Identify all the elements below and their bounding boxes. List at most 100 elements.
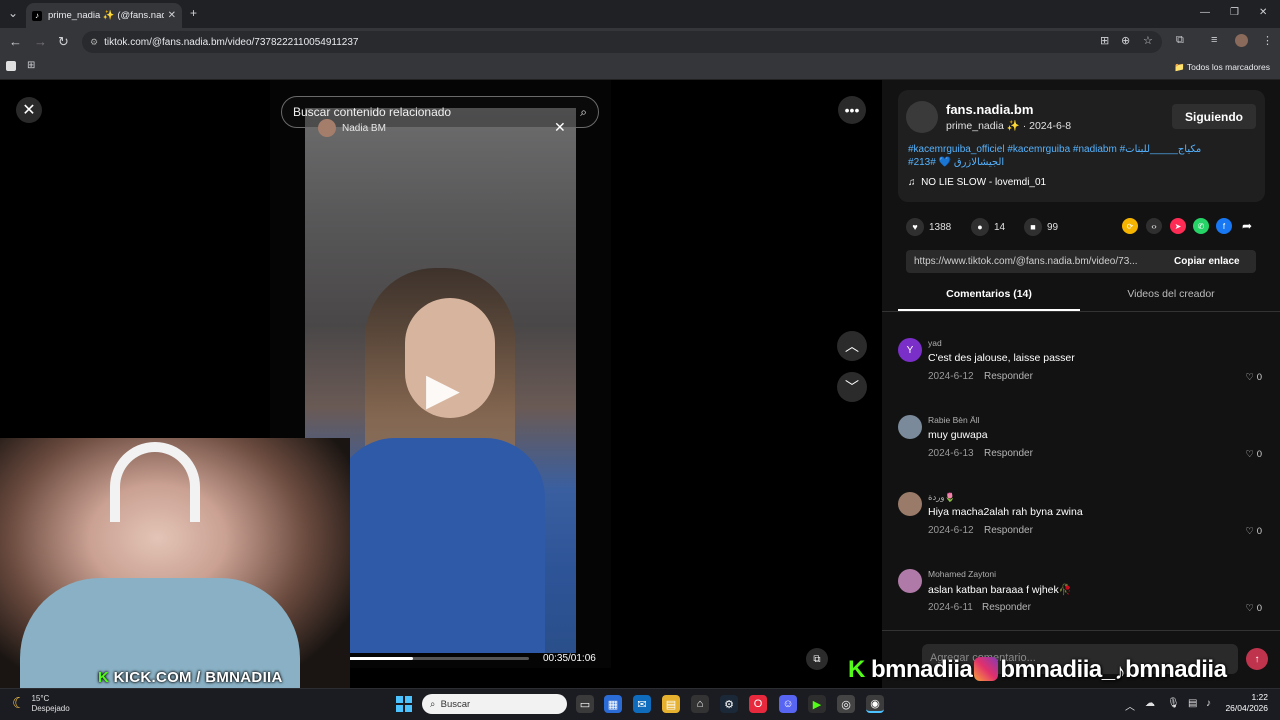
weather-condition: Despejado bbox=[31, 704, 70, 713]
close-video-button[interactable]: ✕ bbox=[16, 97, 42, 123]
commenter-name[interactable]: Mohamed Zaytoni bbox=[928, 569, 996, 579]
network-icon[interactable]: ▤ bbox=[1188, 698, 1197, 709]
clock-time: 1:22 bbox=[1251, 692, 1268, 702]
commenter-name[interactable]: Rabie Bèn Äll bbox=[928, 415, 980, 425]
send-icon[interactable]: ➤ bbox=[1170, 218, 1186, 234]
reply-button[interactable]: Responder bbox=[982, 602, 1031, 613]
new-tab-icon[interactable]: + bbox=[190, 6, 197, 20]
tab-search-icon[interactable]: ⌄ bbox=[8, 6, 18, 20]
video-link[interactable]: https://www.tiktok.com/@fans.nadia.bm/vi… bbox=[914, 256, 1138, 267]
reading-list-icon[interactable]: ≡ bbox=[1211, 34, 1217, 46]
reload-icon[interactable]: ↻ bbox=[58, 34, 69, 50]
file-explorer-icon[interactable]: ▤ bbox=[662, 695, 680, 713]
more-options-button[interactable]: ••• bbox=[838, 96, 866, 124]
next-video-button[interactable]: ﹀ bbox=[837, 372, 867, 402]
author-name[interactable]: fans.nadia.bm bbox=[946, 102, 1033, 117]
bookmark-app-icon[interactable] bbox=[6, 61, 16, 71]
browser-tab[interactable]: ♪ prime_nadia ✨ (@fans.nadia.bm ✕ bbox=[26, 3, 182, 28]
post-description: #kacemrguiba_officiel #kacemrguiba #nadi… bbox=[908, 143, 1228, 169]
translate-icon[interactable]: ⊞ bbox=[1100, 34, 1109, 47]
bookmark-icon[interactable]: ■ bbox=[1024, 218, 1042, 236]
commenter-avatar[interactable] bbox=[898, 569, 922, 593]
profile-avatar-icon[interactable] bbox=[1235, 34, 1248, 47]
microphone-icon[interactable]: 🎙 bbox=[1167, 698, 1180, 709]
bookmark-star-icon[interactable]: ☆ bbox=[1143, 34, 1153, 47]
chrome-icon[interactable]: ◉ bbox=[866, 695, 884, 713]
copy-link-button[interactable]: Copiar enlace bbox=[1174, 256, 1240, 267]
all-bookmarks[interactable]: 📁 Todos los marcadores bbox=[1174, 62, 1270, 73]
video-overlay-user: Nadia BM bbox=[318, 119, 386, 137]
overlay-username: Nadia BM bbox=[342, 122, 386, 134]
site-info-icon[interactable]: ⚙ bbox=[90, 37, 98, 48]
windows-start-icon[interactable] bbox=[396, 696, 412, 712]
hashtag-213[interactable]: 💙 #213 bbox=[914, 157, 951, 168]
window-close-icon[interactable]: ✕ bbox=[1259, 7, 1267, 18]
comment-stat[interactable]: ● 14 bbox=[971, 218, 1005, 236]
tray-app-icon[interactable]: ☁ bbox=[1145, 698, 1155, 709]
commenter-name[interactable]: وردة🌷 bbox=[928, 492, 955, 503]
steam-icon[interactable]: ⚙ bbox=[720, 695, 738, 713]
following-button[interactable]: Siguiendo bbox=[1172, 104, 1256, 129]
tab-close-icon[interactable]: ✕ bbox=[168, 10, 176, 21]
system-clock[interactable]: 1:22 26/04/2026 bbox=[1222, 692, 1268, 714]
minimize-icon[interactable]: — bbox=[1200, 7, 1210, 18]
commenter-avatar[interactable] bbox=[898, 415, 922, 439]
comment-like[interactable]: ♡ 0 bbox=[1246, 603, 1262, 614]
mini-player-button[interactable]: ⧉ bbox=[806, 648, 828, 670]
taskbar-search[interactable]: ⌕ Buscar bbox=[422, 694, 567, 714]
save-stat[interactable]: ■ 99 bbox=[1024, 218, 1058, 236]
obs-icon[interactable]: ◎ bbox=[837, 695, 855, 713]
video-progress-bar[interactable] bbox=[345, 657, 529, 660]
comment-like[interactable]: ♡ 0 bbox=[1246, 372, 1262, 383]
forward-icon[interactable]: → bbox=[34, 34, 47, 49]
comment-like[interactable]: ♡ 0 bbox=[1246, 449, 1262, 460]
tab-comments[interactable]: Comentarios (14) bbox=[898, 288, 1080, 300]
hashtags-line-1[interactable]: #kacemrguiba_officiel #kacemrguiba #nadi… bbox=[908, 143, 1228, 156]
reply-button[interactable]: Responder bbox=[984, 525, 1033, 536]
like-stat[interactable]: ♥ 1388 bbox=[906, 218, 951, 236]
address-bar[interactable]: ⚙ tiktok.com/@fans.nadia.bm/video/737822… bbox=[82, 31, 1162, 53]
author-avatar[interactable] bbox=[906, 101, 938, 133]
kick-app-icon[interactable]: ▶ bbox=[808, 695, 826, 713]
whatsapp-icon[interactable]: ✆ bbox=[1193, 218, 1209, 234]
music-title: NO LIE SLOW - lovemdi_01 bbox=[921, 177, 1047, 188]
comment-item: وردة🌷 Hiya macha2alah rah byna zwina 202… bbox=[898, 492, 1268, 552]
discord-icon[interactable]: ☺ bbox=[779, 695, 797, 713]
zoom-icon[interactable]: ⊕ bbox=[1121, 34, 1130, 47]
commenter-avatar[interactable] bbox=[898, 492, 922, 516]
play-icon[interactable]: ▶ bbox=[426, 364, 460, 415]
tab-creator-videos[interactable]: Videos del creador bbox=[1080, 288, 1262, 300]
task-view-icon[interactable]: ▭ bbox=[576, 695, 594, 713]
music-info[interactable]: ♫ NO LIE SLOW - lovemdi_01 bbox=[908, 177, 1046, 188]
commenter-name[interactable]: yad bbox=[928, 338, 942, 348]
repost-icon[interactable]: ⟳ bbox=[1122, 218, 1138, 234]
menu-dots-icon[interactable]: ⋮ bbox=[1262, 34, 1273, 47]
reply-button[interactable]: Responder bbox=[984, 448, 1033, 459]
search-icon[interactable]: ⌕ bbox=[580, 105, 587, 120]
reply-button[interactable]: Responder bbox=[984, 371, 1033, 382]
previous-video-button[interactable]: ︿ bbox=[837, 331, 867, 361]
volume-icon[interactable]: ♪ bbox=[1206, 698, 1211, 709]
outlook-icon[interactable]: ✉ bbox=[633, 695, 651, 713]
restore-icon[interactable]: ❐ bbox=[1230, 7, 1239, 18]
extensions-icon[interactable]: ⧉ bbox=[1176, 34, 1184, 47]
like-count: 1388 bbox=[929, 221, 952, 233]
back-icon[interactable]: ← bbox=[9, 34, 22, 49]
facebook-icon[interactable]: f bbox=[1216, 218, 1232, 234]
share-arrow-icon[interactable]: ➦ bbox=[1239, 218, 1255, 234]
apps-grid-icon[interactable]: ⊞ bbox=[27, 60, 35, 71]
capture-icon[interactable]: ⌂ bbox=[691, 695, 709, 713]
store-icon[interactable]: ▦ bbox=[604, 695, 622, 713]
taskbar-search-label: Buscar bbox=[440, 698, 471, 710]
overlay-close-icon[interactable]: ✕ bbox=[554, 119, 566, 136]
comment-date: 2024-6-13 bbox=[928, 448, 974, 459]
opera-icon[interactable]: O bbox=[749, 695, 767, 713]
embed-icon[interactable]: ‹› bbox=[1146, 218, 1162, 234]
commenter-avatar[interactable]: Y bbox=[898, 338, 922, 362]
comment-like[interactable]: ♡ 0 bbox=[1246, 526, 1262, 537]
post-comment-button[interactable]: ↑ bbox=[1246, 648, 1268, 670]
heart-icon[interactable]: ♥ bbox=[906, 218, 924, 236]
tray-chevron-icon[interactable]: ︿ bbox=[1125, 698, 1135, 713]
weather-widget[interactable]: ☾ 15°C Despejado bbox=[12, 694, 70, 714]
comment-bubble-icon[interactable]: ● bbox=[971, 218, 989, 236]
